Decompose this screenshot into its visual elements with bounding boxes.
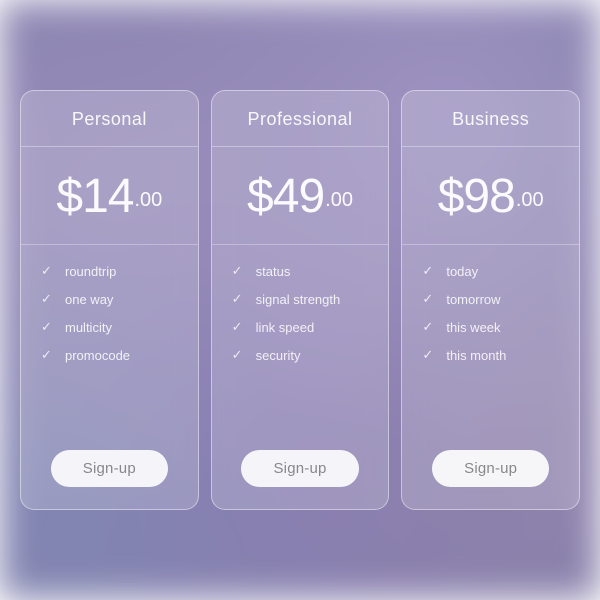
feature-label: signal strength xyxy=(256,292,341,307)
check-icon: ✓ xyxy=(422,319,436,335)
plan-card-personal: Personal $14.00 ✓ roundtrip ✓ one way ✓ m… xyxy=(20,90,199,510)
check-icon: ✓ xyxy=(41,291,55,307)
plan-title-professional: Professional xyxy=(247,109,352,129)
signup-button-professional[interactable]: Sign-up xyxy=(241,450,358,487)
plan-card-professional: Professional $49.00 ✓ status ✓ signal str… xyxy=(211,90,390,510)
check-icon: ✓ xyxy=(41,347,55,363)
feature-item: ✓ roundtrip xyxy=(41,263,178,279)
plan-header-personal: Personal xyxy=(21,91,198,147)
feature-item: ✓ status xyxy=(232,263,369,279)
plan-price-professional: $49.00 xyxy=(212,147,389,245)
pricing-container: Personal$14.00 ✓ roundtrip ✓ one way ✓ m… xyxy=(0,0,600,600)
feature-label: one way xyxy=(65,292,113,307)
feature-label: this month xyxy=(446,348,506,363)
price-main-personal: $14 xyxy=(56,170,133,223)
plan-card-business: Business $98.00 ✓ today ✓ tomorrow ✓ this… xyxy=(401,90,580,510)
check-icon: ✓ xyxy=(232,291,246,307)
feature-label: multicity xyxy=(65,320,112,335)
feature-label: status xyxy=(256,264,291,279)
feature-item: ✓ signal strength xyxy=(232,291,369,307)
check-icon: ✓ xyxy=(422,291,436,307)
features-list-professional: ✓ status ✓ signal strength ✓ link speed … xyxy=(212,245,389,436)
price-cents-professional: .00 xyxy=(325,189,353,211)
feature-item: ✓ this month xyxy=(422,347,559,363)
check-icon: ✓ xyxy=(232,319,246,335)
plan-footer-business: Sign-up xyxy=(402,436,579,509)
feature-item: ✓ promocode xyxy=(41,347,178,363)
feature-item: ✓ this week xyxy=(422,319,559,335)
plan-header-business: Business xyxy=(402,91,579,147)
price-main-business: $98 xyxy=(438,170,515,223)
plan-footer-personal: Sign-up xyxy=(21,436,198,509)
plan-title-personal: Personal xyxy=(72,109,147,129)
plan-title-business: Business xyxy=(452,109,529,129)
signup-button-personal[interactable]: Sign-up xyxy=(51,450,168,487)
features-list-business: ✓ today ✓ tomorrow ✓ this week ✓ this mo… xyxy=(402,245,579,436)
features-list-personal: ✓ roundtrip ✓ one way ✓ multicity ✓ prom… xyxy=(21,245,198,436)
price-cents-personal: .00 xyxy=(134,189,162,211)
feature-item: ✓ multicity xyxy=(41,319,178,335)
check-icon: ✓ xyxy=(41,263,55,279)
feature-item: ✓ security xyxy=(232,347,369,363)
check-icon: ✓ xyxy=(41,319,55,335)
feature-label: promocode xyxy=(65,348,130,363)
signup-button-business[interactable]: Sign-up xyxy=(432,450,549,487)
check-icon: ✓ xyxy=(422,263,436,279)
feature-label: tomorrow xyxy=(446,292,500,307)
feature-label: security xyxy=(256,348,301,363)
plan-price-personal: $14.00 xyxy=(21,147,198,245)
feature-item: ✓ link speed xyxy=(232,319,369,335)
price-cents-business: .00 xyxy=(516,189,544,211)
check-icon: ✓ xyxy=(232,347,246,363)
plan-price-business: $98.00 xyxy=(402,147,579,245)
feature-label: link speed xyxy=(256,320,315,335)
feature-item: ✓ tomorrow xyxy=(422,291,559,307)
plan-footer-professional: Sign-up xyxy=(212,436,389,509)
feature-item: ✓ today xyxy=(422,263,559,279)
plan-header-professional: Professional xyxy=(212,91,389,147)
feature-label: this week xyxy=(446,320,500,335)
feature-item: ✓ one way xyxy=(41,291,178,307)
price-main-professional: $49 xyxy=(247,170,324,223)
check-icon: ✓ xyxy=(422,347,436,363)
feature-label: today xyxy=(446,264,478,279)
check-icon: ✓ xyxy=(232,263,246,279)
feature-label: roundtrip xyxy=(65,264,116,279)
